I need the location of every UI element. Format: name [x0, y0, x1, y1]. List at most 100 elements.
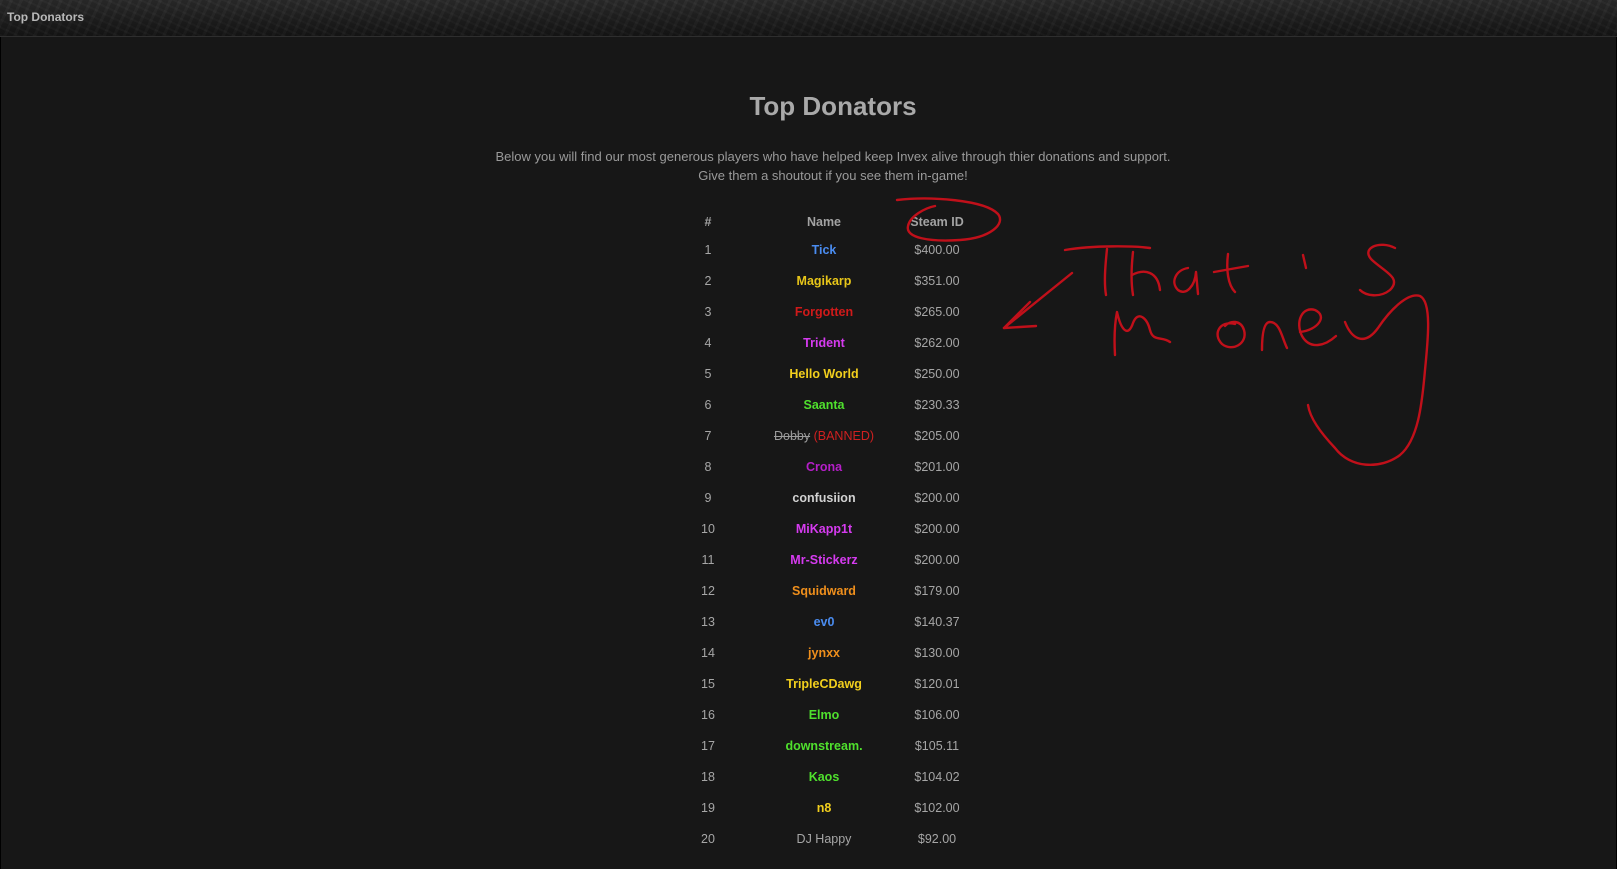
donor-amount: $230.33: [914, 397, 960, 412]
donor-name: DJ Happy: [796, 831, 852, 846]
table-row: 11 Mr-Stickerz $200.00: [676, 544, 966, 575]
donor-name: Elmo: [808, 707, 840, 722]
donor-name-cell: n8: [740, 792, 908, 823]
donor-rank: 14: [701, 645, 715, 660]
donor-rank: 9: [704, 490, 712, 505]
table-row: 19 n8 $102.00: [676, 792, 966, 823]
donor-name: MiKapp1t: [795, 521, 853, 536]
donor-rank: 12: [701, 583, 715, 598]
donor-rank: 1: [704, 242, 712, 257]
donor-name-cell: Tick: [740, 234, 908, 265]
donor-rank: 13: [701, 614, 715, 629]
table-row: 1 Tick $400.00: [676, 234, 966, 265]
donor-rank: 6: [704, 397, 712, 412]
column-header-amount: Steam ID: [910, 215, 964, 229]
table-row: 10 MiKapp1t $200.00: [676, 513, 966, 544]
page: Top Donators Top Donators Below you will…: [0, 0, 1617, 869]
top-bar-title: Top Donators: [7, 10, 85, 24]
donor-amount: $200.00: [914, 490, 960, 505]
donor-name-cell: Saanta: [740, 389, 908, 420]
donor-amount: $102.00: [914, 800, 960, 815]
donor-name-cell: Magikarp: [740, 265, 908, 296]
table-row: 4 Trident $262.00: [676, 327, 966, 358]
table-row: 2 Magikarp $351.00: [676, 265, 966, 296]
donor-rank: 20: [701, 831, 715, 846]
table-row: 7 Dobby (BANNED) $205.00: [676, 420, 966, 451]
donor-amount: $205.00: [914, 428, 960, 443]
donor-name-cell: jynxx: [740, 637, 908, 668]
table-row: 3 Forgotten $265.00: [676, 296, 966, 327]
intro-line-1: Below you will find our most generous pl…: [495, 149, 1171, 164]
table-row: 17 downstream. $105.11: [676, 730, 966, 761]
donor-amount: $130.00: [914, 645, 960, 660]
donor-name: Kaos: [808, 769, 840, 784]
table-row: 6 Saanta $230.33: [676, 389, 966, 420]
table-header-row: # Name Steam ID: [676, 210, 966, 234]
donor-rank: 8: [704, 459, 712, 474]
top-bar: Top Donators: [0, 0, 1617, 37]
donor-name-cell: TripleCDawg: [740, 668, 908, 699]
table-row: 9 confusiion $200.00: [676, 482, 966, 513]
donor-amount: $400.00: [914, 242, 960, 257]
table-row: 14 jynxx $130.00: [676, 637, 966, 668]
donor-amount: $351.00: [914, 273, 960, 288]
donor-rank: 18: [701, 769, 715, 784]
table-row: 5 Hello World $250.00: [676, 358, 966, 389]
donor-name-cell: Trident: [740, 327, 908, 358]
table-row: 20 DJ Happy $92.00: [676, 823, 966, 854]
table-row: 13 ev0 $140.37: [676, 606, 966, 637]
table-row: 15 TripleCDawg $120.01: [676, 668, 966, 699]
donor-amount: $200.00: [914, 552, 960, 567]
donor-rank: 16: [701, 707, 715, 722]
donor-name: Mr-Stickerz: [790, 552, 858, 567]
donor-name-cell: Elmo: [740, 699, 908, 730]
donor-amount: $179.00: [914, 583, 960, 598]
donor-amount: $140.37: [914, 614, 960, 629]
donor-amount: $120.01: [914, 676, 960, 691]
donor-name-cell: Crona: [740, 451, 908, 482]
donor-rank: 4: [704, 335, 712, 350]
donor-amount: $200.00: [914, 521, 960, 536]
donor-name: Tick: [811, 242, 837, 257]
table-row: 8 Crona $201.00: [676, 451, 966, 482]
donor-name: ev0: [813, 614, 835, 629]
table-body: 1 Tick $400.00 2 Magikarp $351.00 3 Forgotten $2…: [676, 234, 966, 854]
donor-name: Dobby: [773, 428, 811, 443]
main-content: Top Donators Below you will find our mos…: [1, 37, 1616, 869]
donor-rank: 11: [701, 552, 715, 567]
donor-name-cell: MiKapp1t: [740, 513, 908, 544]
donators-table: # Name Steam ID 1 Tick $400.00 2 Magikarp $35…: [676, 210, 966, 854]
donor-amount: $92.00: [917, 831, 957, 846]
donor-name: Saanta: [803, 397, 845, 412]
donor-name: Crona: [805, 459, 843, 474]
table-row: 18 Kaos $104.02: [676, 761, 966, 792]
donor-name: Forgotten: [794, 304, 854, 319]
donor-name-cell: Forgotten: [740, 296, 908, 327]
donor-amount: $104.02: [914, 769, 960, 784]
donor-name-cell: Hello World: [740, 358, 908, 389]
donor-rank: 15: [701, 676, 715, 691]
donor-rank: 10: [701, 521, 715, 536]
table-row: 16 Elmo $106.00: [676, 699, 966, 730]
donor-amount: $201.00: [914, 459, 960, 474]
donor-name-cell: Kaos: [740, 761, 908, 792]
page-title: Top Donators: [749, 91, 917, 121]
donor-name-cell: DJ Happy: [740, 823, 908, 854]
banned-badge: (BANNED): [813, 428, 875, 443]
donor-amount: $105.11: [914, 738, 960, 753]
donor-name-cell: downstream.: [740, 730, 908, 761]
donor-name: downstream.: [785, 738, 863, 753]
column-header-name: Name: [806, 215, 842, 229]
donor-rank: 17: [701, 738, 715, 753]
donor-amount: $262.00: [914, 335, 960, 350]
donor-rank: 3: [704, 304, 712, 319]
donor-name: n8: [816, 800, 832, 815]
donor-name-cell: ev0: [740, 606, 908, 637]
donor-rank: 2: [704, 273, 712, 288]
intro-text: Below you will find our most generous pl…: [1, 147, 1617, 185]
donor-name-cell: Mr-Stickerz: [740, 544, 908, 575]
donor-name-cell: confusiion: [740, 482, 908, 513]
intro-line-2: Give them a shoutout if you see them in-…: [698, 168, 968, 183]
donor-amount: $250.00: [914, 366, 960, 381]
donor-rank: 19: [701, 800, 715, 815]
